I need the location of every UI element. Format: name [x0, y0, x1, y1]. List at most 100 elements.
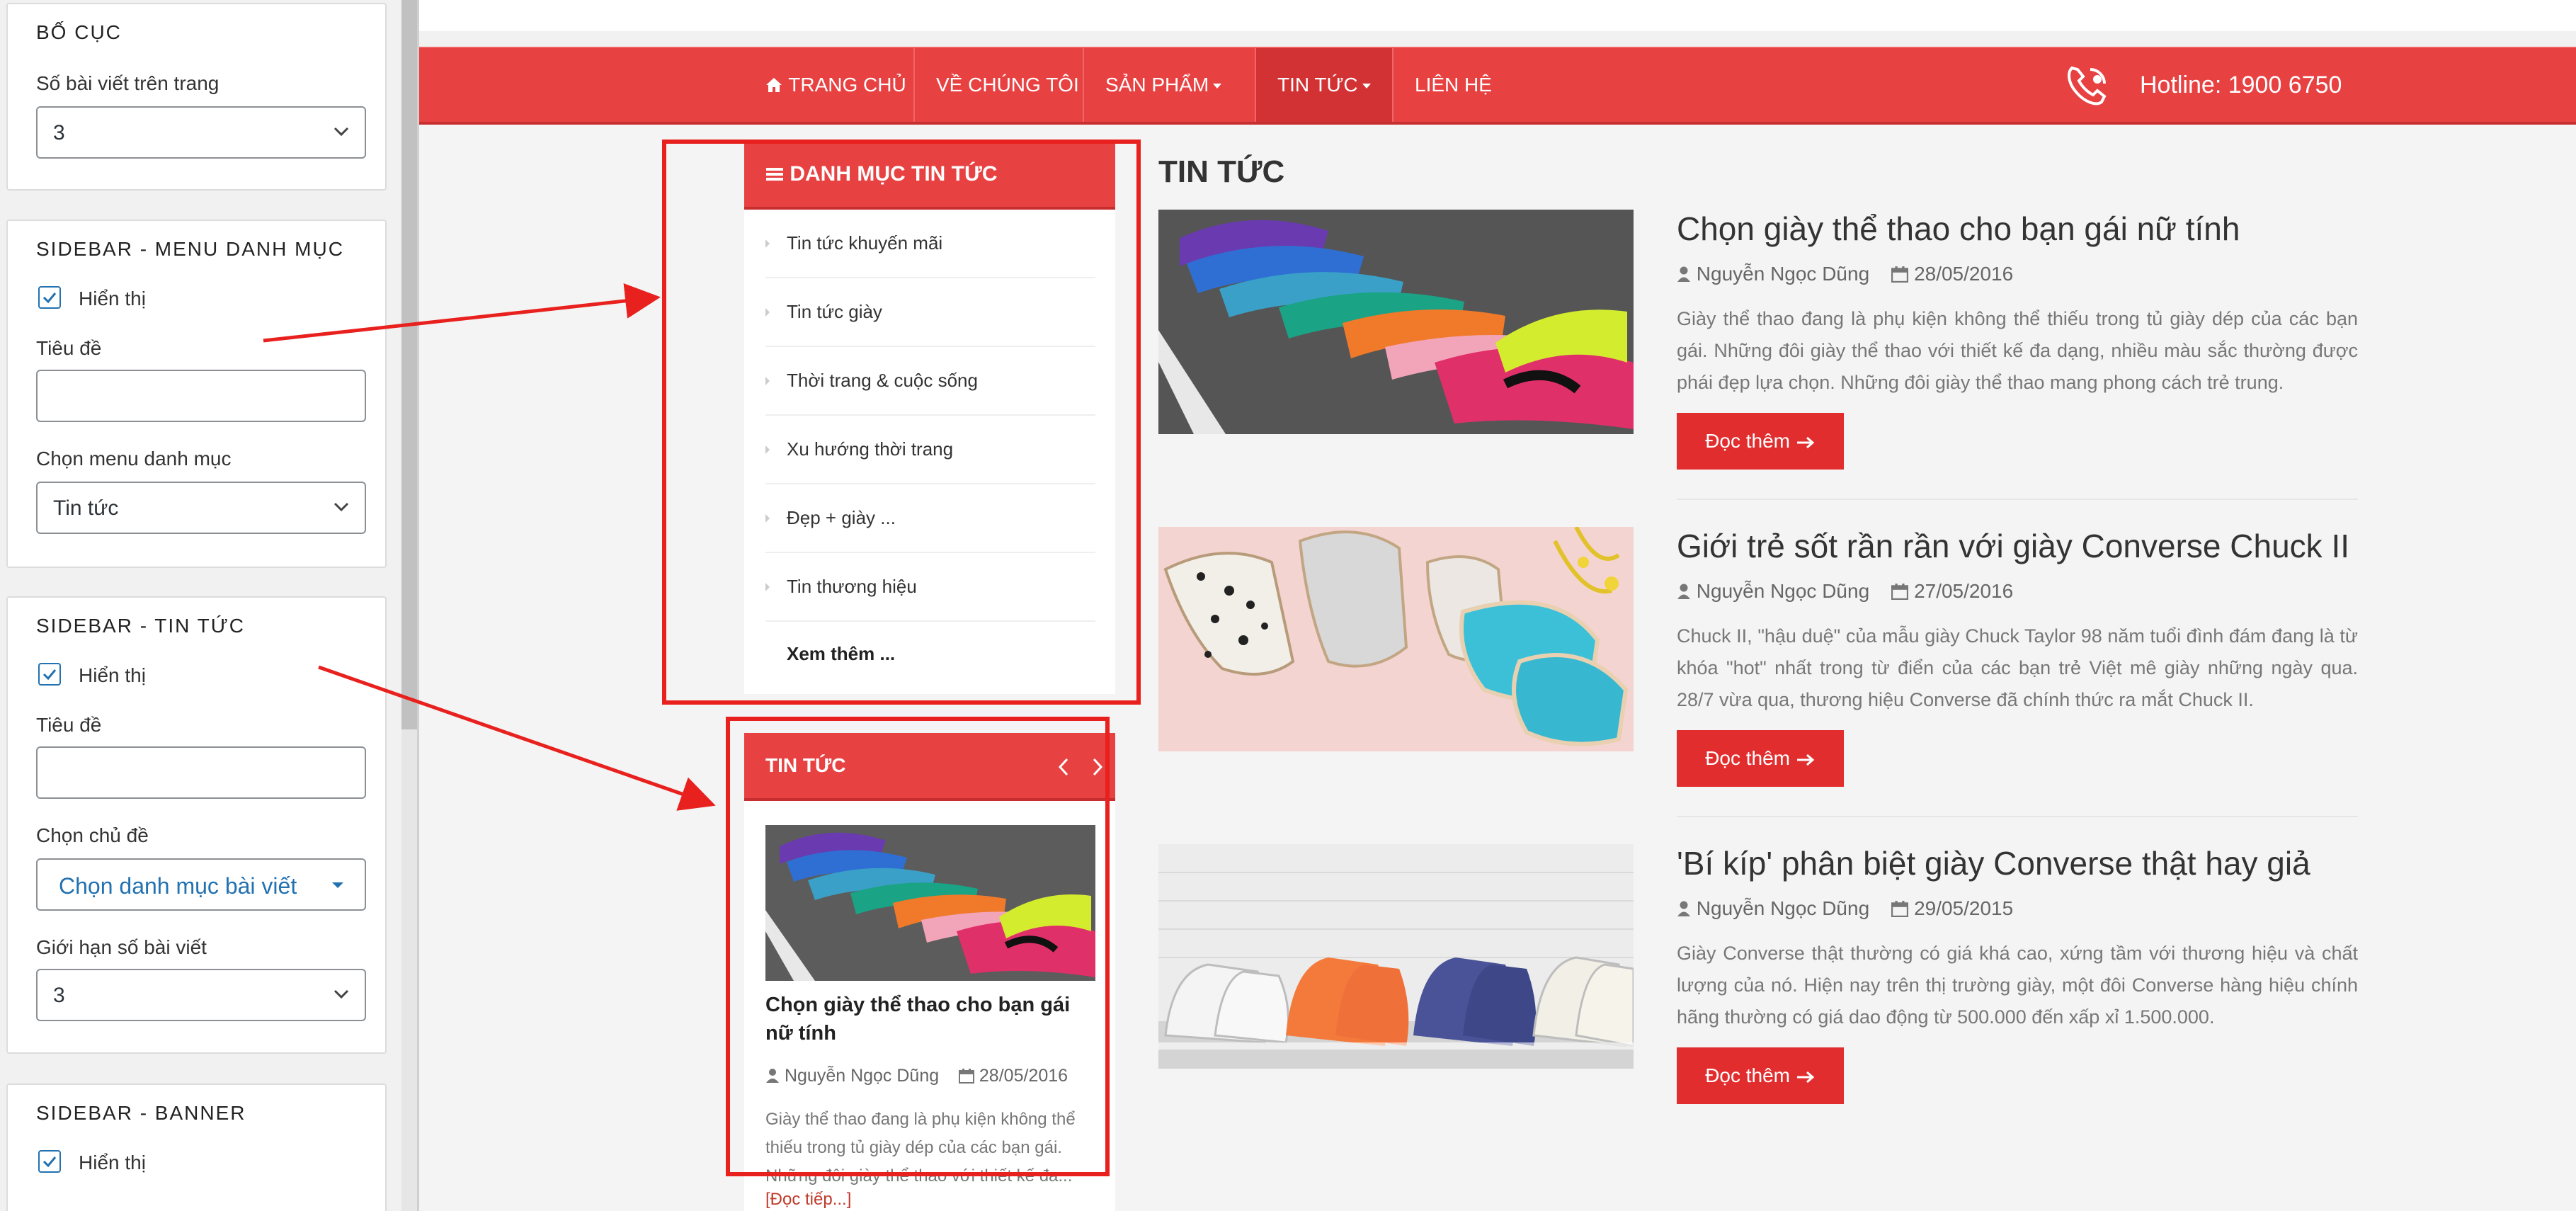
- checkmark-icon: [42, 292, 57, 304]
- menu-section-title: SIDEBAR - MENU DANH MỤC: [36, 238, 344, 260]
- post-date: 28/05/2016: [1914, 263, 2014, 285]
- category-widget: DANH MỤC TIN TỨC Tin tức khuyến mãi Tin …: [744, 142, 1115, 694]
- posts-per-page-value: 3: [53, 121, 65, 144]
- news-settings-card: SIDEBAR - TIN TỨC Hiển thị Tiêu đề Chọn …: [6, 596, 387, 1054]
- bars-icon: [766, 168, 783, 181]
- news-widget-title: TIN TỨC: [765, 754, 846, 776]
- category-widget-title: DANH MỤC TIN TỨC: [790, 162, 998, 186]
- user-icon: [1677, 266, 1690, 282]
- nav-item-home-label: TRANG CHỦ: [788, 74, 906, 96]
- news-show-checkbox[interactable]: [38, 663, 61, 686]
- post-date: 29/05/2015: [1914, 897, 2014, 919]
- nav-item-news[interactable]: TIN TỨC: [1256, 48, 1392, 122]
- converse-shoes-image: [1158, 527, 1634, 751]
- arrow-right-icon: [1796, 1071, 1815, 1084]
- chevron-left-icon[interactable]: [1056, 757, 1071, 777]
- news-widget-post-title[interactable]: Chọn giày thể thao cho bạn gái nữ tính: [765, 991, 1095, 1047]
- read-more-button[interactable]: Đọc thêm: [1677, 1047, 1844, 1104]
- nav-item-products[interactable]: SẢN PHẨM: [1084, 48, 1243, 122]
- chevron-down-icon: [334, 989, 349, 999]
- posts-per-page-label: Số bài viết trên trang: [36, 72, 220, 94]
- post-author: Nguyễn Ngọc Dũng: [1696, 897, 1870, 919]
- nav-item-news-label: TIN TỨC: [1277, 74, 1358, 96]
- banner-settings-card: SIDEBAR - BANNER Hiển thị: [6, 1084, 387, 1211]
- nav-item-about[interactable]: VỀ CHÚNG TÔI: [915, 48, 1100, 122]
- calendar-icon: [1891, 266, 1909, 283]
- user-icon: [1677, 901, 1690, 916]
- caret-right-icon: [765, 583, 770, 591]
- post-divider: [1677, 816, 2358, 817]
- menu-title-input[interactable]: [36, 370, 366, 422]
- home-icon: [766, 78, 782, 92]
- blog-post: Giới trẻ sốt rần rần với giày Converse C…: [1158, 527, 2358, 824]
- user-icon: [1677, 584, 1690, 599]
- panel-divider: [417, 0, 419, 1211]
- nav-item-home[interactable]: TRANG CHỦ: [743, 48, 928, 122]
- read-more-button[interactable]: Đọc thêm: [1677, 730, 1844, 787]
- posts-per-page-select[interactable]: 3: [36, 106, 366, 159]
- category-item[interactable]: Xu hướng thời trang: [765, 416, 1095, 484]
- news-widget-read-more-link[interactable]: [Đọc tiếp...]: [765, 1190, 851, 1210]
- post-title[interactable]: Chọn giày thể thao cho bạn gái nữ tính: [1677, 210, 2240, 248]
- read-more-label: Đọc thêm: [1705, 1064, 1791, 1086]
- post-meta: Nguyễn Ngọc Dũng 29/05/2015: [1677, 897, 2013, 920]
- limit-select[interactable]: 3: [36, 969, 366, 1021]
- post-title[interactable]: 'Bí kíp' phân biệt giày Converse thật ha…: [1677, 844, 2310, 882]
- read-more-label: Đọc thêm: [1705, 747, 1791, 769]
- chevron-down-icon: [334, 502, 349, 512]
- category-item[interactable]: Đẹp + giày ...: [765, 484, 1095, 553]
- post-excerpt: Giày thể thao đang là phụ kiện không thể…: [1677, 308, 2358, 393]
- blog-post: 'Bí kíp' phân biệt giày Converse thật ha…: [1158, 844, 2358, 1142]
- main-navbar: TRANG CHỦ VỀ CHÚNG TÔI SẢN PHẨM TIN TỨC …: [419, 47, 2576, 125]
- menu-show-label: Hiển thị: [79, 288, 146, 309]
- nav-item-contact[interactable]: LIÊN HỆ: [1394, 48, 1513, 122]
- customizer-settings-panel: BỐ CỤC Số bài viết trên trang 3 SIDEBAR …: [0, 0, 401, 1211]
- news-widget-post-excerpt: Giày thể thao đang là phụ kiện không thể…: [765, 1110, 1076, 1186]
- menu-title-label: Tiêu đề: [36, 337, 102, 359]
- calendar-icon: [1891, 584, 1909, 600]
- read-more-button[interactable]: Đọc thêm: [1677, 413, 1844, 470]
- post-excerpt: Chuck II, "hậu duệ" của mẫu giày Chuck T…: [1677, 625, 2358, 710]
- layout-settings-card: BỐ CỤC Số bài viết trên trang 3: [6, 3, 387, 191]
- checkmark-icon: [42, 1156, 57, 1168]
- topic-label: Chọn chủ đề: [36, 824, 149, 846]
- choose-menu-label: Chọn menu danh mục: [36, 448, 232, 470]
- limit-value: 3: [53, 984, 65, 1007]
- banner-show-checkbox[interactable]: [38, 1150, 61, 1173]
- news-title-input[interactable]: [36, 746, 366, 799]
- post-thumbnail[interactable]: [1158, 844, 1634, 1069]
- sneakers-row-image: [1158, 844, 1634, 1069]
- choose-menu-value: Tin tức: [53, 496, 119, 520]
- category-item[interactable]: Tin tức khuyến mãi: [765, 210, 1095, 278]
- post-thumbnail[interactable]: [1158, 527, 1634, 751]
- page-title: TIN TỨC: [1158, 154, 1285, 189]
- chevron-right-icon[interactable]: [1090, 757, 1105, 777]
- caret-right-icon: [765, 445, 770, 454]
- checkmark-icon: [42, 669, 57, 681]
- arrow-right-icon: [1796, 436, 1815, 449]
- banner-show-label: Hiển thị: [79, 1152, 146, 1173]
- hotline-text[interactable]: Hotline: 1900 6750: [2140, 48, 2342, 122]
- topic-select[interactable]: Chọn danh mục bài viết: [36, 858, 366, 911]
- post-meta: Nguyễn Ngọc Dũng 28/05/2016: [1677, 263, 2013, 285]
- nav-item-contact-label: LIÊN HỆ: [1415, 74, 1492, 96]
- settings-scrollbar-thumb[interactable]: [401, 0, 417, 729]
- user-icon: [766, 1069, 779, 1083]
- category-item[interactable]: Tin tức giày: [765, 278, 1095, 347]
- news-widget: TIN TỨC Chọn giày thể thao cho bạn gái n…: [744, 733, 1115, 1211]
- post-title[interactable]: Giới trẻ sốt rần rần với giày Converse C…: [1677, 527, 2349, 565]
- category-item-label: Xu hướng thời trang: [787, 438, 954, 460]
- news-widget-thumbnail[interactable]: [765, 825, 1095, 981]
- news-show-label: Hiển thị: [79, 664, 146, 686]
- menu-show-checkbox[interactable]: [38, 286, 61, 309]
- news-title-label: Tiêu đề: [36, 714, 102, 736]
- caret-down-icon: [332, 882, 343, 888]
- category-item[interactable]: Thời trang & cuộc sống: [765, 347, 1095, 416]
- category-more-link[interactable]: Xem thêm ...: [787, 643, 895, 665]
- post-thumbnail[interactable]: [1158, 210, 1634, 434]
- category-item[interactable]: Tin thương hiệu: [765, 553, 1095, 622]
- nav-item-about-label: VỀ CHÚNG TÔI: [936, 74, 1079, 96]
- caret-right-icon: [765, 308, 770, 317]
- choose-menu-select[interactable]: Tin tức: [36, 482, 366, 534]
- news-widget-author: Nguyễn Ngọc Dũng: [784, 1066, 940, 1086]
